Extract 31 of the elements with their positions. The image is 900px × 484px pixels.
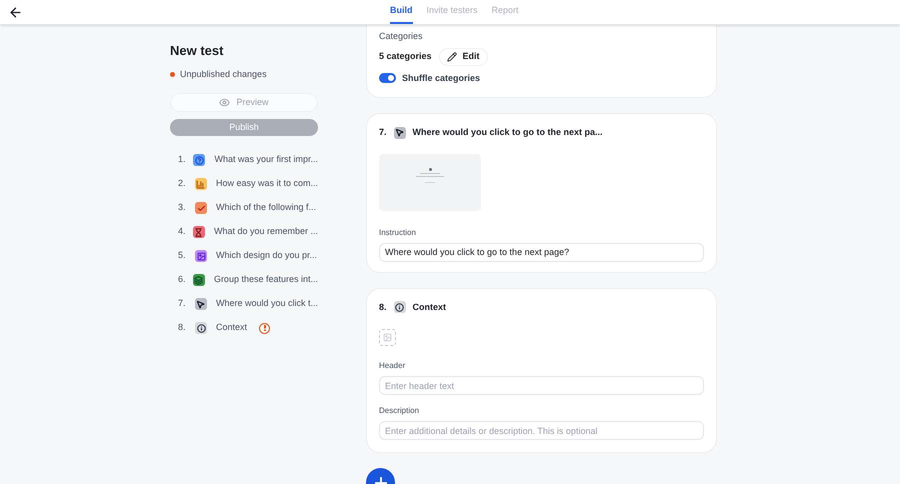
question-title: Context [412, 300, 446, 314]
status-text: Unpublished changes [180, 68, 267, 81]
eye-icon [219, 97, 230, 108]
test-title: New test [170, 42, 224, 60]
header-input[interactable]: Enter header text [379, 376, 704, 395]
shuffle-label: Shuffle categories [402, 72, 480, 85]
categories-label: Categories [379, 30, 424, 43]
question-item[interactable]: 2. How easy was it to com... [170, 178, 318, 190]
instruction-input[interactable]: Where would you click to go to the next page? [379, 242, 704, 262]
back-icon[interactable] [8, 5, 23, 20]
question-item[interactable]: 7. Where would you click t... [170, 298, 318, 310]
info-icon [394, 301, 406, 314]
header-label: Header [379, 360, 406, 372]
question-item[interactable]: 8. Context [170, 322, 318, 334]
question-number: 7. [379, 126, 387, 139]
question-item[interactable]: 4. What do you remember ... [170, 226, 318, 238]
instruction-label: Instruction [379, 226, 417, 238]
question-number: 8. [379, 300, 387, 314]
image-icon [383, 333, 392, 342]
pencil-icon [446, 52, 457, 62]
question-item[interactable]: 6. Group these features int... [170, 274, 318, 286]
description-label: Description [379, 405, 420, 417]
question-title: Where would you click to go to the next pa... [412, 126, 603, 139]
question-item[interactable]: 5. Which design do you pr... [170, 250, 318, 262]
shuffle-toggle[interactable] [379, 73, 396, 84]
question-item[interactable]: 1. What was your first impr... [170, 154, 318, 166]
description-input[interactable]: Enter additional details or description. This is optional [379, 421, 704, 440]
question-item[interactable]: 3. Which of the following f... [170, 202, 318, 214]
cursor-icon [394, 126, 406, 139]
categories-count: 5 categories [379, 50, 432, 63]
edit-button[interactable]: Edit [438, 48, 488, 66]
